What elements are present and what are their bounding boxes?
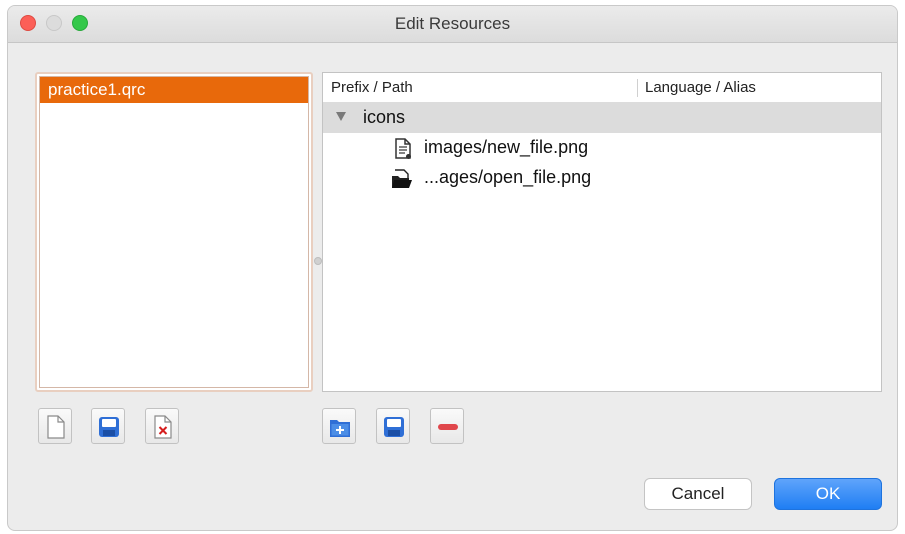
tree-header: Prefix / Path Language / Alias: [323, 73, 881, 103]
prefix-label: icons: [363, 107, 406, 127]
tree-row-prefix[interactable]: icons: [323, 103, 881, 133]
add-prefix-button[interactable]: [322, 408, 356, 444]
document-icon: [393, 138, 413, 160]
resource-file-list-view[interactable]: practice1.qrc: [39, 76, 309, 388]
edit-resources-window: Edit Resources practice1.qrc Prefix / Pa…: [7, 5, 898, 531]
ok-button[interactable]: OK: [774, 478, 882, 510]
column-divider[interactable]: [637, 79, 638, 97]
remove-icon: [438, 424, 458, 430]
save-resource-button[interactable]: [376, 408, 410, 444]
resource-file-item[interactable]: practice1.qrc: [40, 77, 308, 103]
save-file-button[interactable]: [91, 408, 125, 444]
column-header-language-alias[interactable]: Language / Alias: [645, 79, 756, 96]
tree-row-file[interactable]: images/new_file.png: [323, 133, 881, 163]
remove-resource-button[interactable]: [430, 408, 464, 444]
splitter-handle[interactable]: [314, 257, 322, 265]
title-bar: Edit Resources: [8, 6, 897, 43]
remove-file-icon: [154, 415, 172, 439]
cancel-button[interactable]: Cancel: [644, 478, 752, 510]
new-file-button[interactable]: [38, 408, 72, 444]
save-icon: [99, 417, 119, 437]
resource-tree[interactable]: Prefix / Path Language / Alias icons ima…: [322, 72, 882, 392]
new-file-icon: [47, 415, 65, 439]
disclosure-triangle-icon[interactable]: [336, 112, 346, 121]
file-path-label: images/new_file.png: [424, 137, 589, 157]
open-folder-icon: [392, 168, 413, 190]
file-path-label: ...ages/open_file.png: [424, 167, 592, 187]
save-icon: [384, 417, 404, 437]
tree-row-file[interactable]: ...ages/open_file.png: [323, 163, 881, 193]
column-header-prefix-path[interactable]: Prefix / Path: [331, 79, 413, 96]
remove-file-button[interactable]: [145, 408, 179, 444]
resource-file-list: practice1.qrc: [35, 72, 313, 392]
add-prefix-icon: [330, 420, 350, 437]
window-title: Edit Resources: [394, 14, 511, 33]
